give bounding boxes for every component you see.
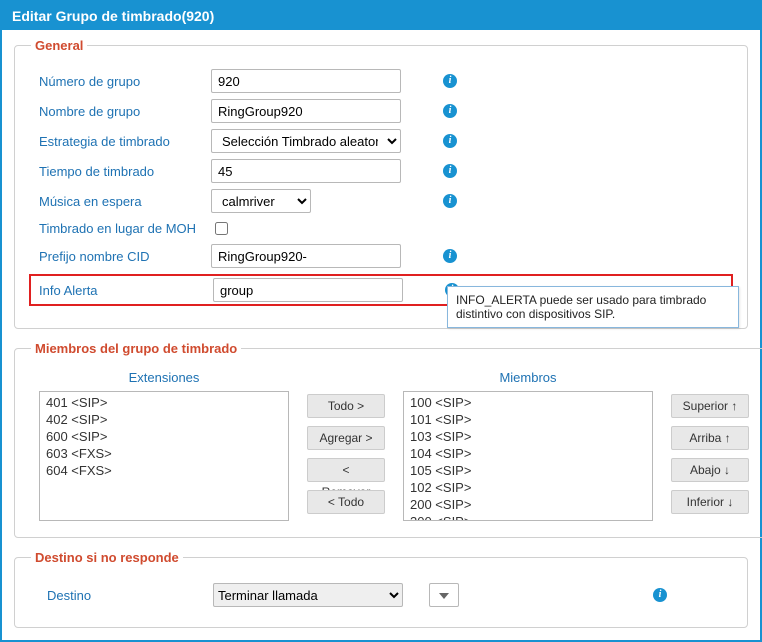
label-group-name: Nombre de grupo [31,104,211,119]
info-icon[interactable]: i [443,194,457,208]
members-header: Miembros [499,370,556,385]
top-button[interactable]: Superior ↑ [671,394,749,418]
general-legend: General [31,38,87,53]
list-item[interactable]: 300 <SIP> [408,513,648,521]
list-item[interactable]: 604 <FXS> [44,462,284,479]
input-cid-prefix[interactable] [211,244,401,268]
row-ring-instead: Timbrado en lugar de MOH [31,219,731,238]
members-layout: Extensiones 401 <SIP>402 <SIP>600 <SIP>6… [31,366,757,521]
input-ring-time[interactable] [211,159,401,183]
members-fieldset: Miembros del grupo de timbrado Extension… [14,341,762,538]
all-right-button[interactable]: Todo > [307,394,385,418]
list-item[interactable]: 600 <SIP> [44,428,284,445]
row-group-number: Número de grupo i [31,69,731,93]
label-strategy: Estrategia de timbrado [31,134,211,149]
list-item[interactable]: 603 <FXS> [44,445,284,462]
row-strategy: Estrategia de timbrado Selección Timbrad… [31,129,731,153]
down-button[interactable]: Abajo ↓ [671,458,749,482]
bottom-button[interactable]: Inferior ↓ [671,490,749,514]
dialog-window: Editar Grupo de timbrado(920) General Nú… [0,0,762,642]
label-group-number: Número de grupo [31,74,211,89]
list-item[interactable]: 200 <SIP> [408,496,648,513]
tooltip-alert-info: INFO_ALERTA puede ser usado para timbrad… [447,286,739,328]
dialog-title: Editar Grupo de timbrado(920) [2,2,760,30]
list-item[interactable]: 103 <SIP> [408,428,648,445]
label-ring-instead: Timbrado en lugar de MOH [31,221,211,236]
chevron-down-icon [439,593,449,599]
input-group-number[interactable] [211,69,401,93]
label-moh: Música en espera [31,194,211,209]
dialog-content: General Número de grupo i Nombre de grup… [2,30,760,640]
extensions-listbox[interactable]: 401 <SIP>402 <SIP>600 <SIP>603 <FXS>604 … [39,391,289,521]
input-group-name[interactable] [211,99,401,123]
info-icon[interactable]: i [443,134,457,148]
up-button[interactable]: Arriba ↑ [671,426,749,450]
select-destination-sub[interactable] [429,583,459,607]
list-item[interactable]: 102 <SIP> [408,479,648,496]
row-cid-prefix: Prefijo nombre CID i [31,244,731,268]
list-item[interactable]: 104 <SIP> [408,445,648,462]
row-ring-time: Tiempo de timbrado i [31,159,731,183]
label-alert-info: Info Alerta [33,283,213,298]
row-group-name: Nombre de grupo i [31,99,731,123]
input-alert-info[interactable] [213,278,403,302]
list-item[interactable]: 402 <SIP> [44,411,284,428]
info-icon[interactable]: i [443,104,457,118]
info-icon[interactable]: i [443,74,457,88]
order-buttons: Superior ↑ Arriba ↑ Abajo ↓ Inferior ↓ [671,370,749,514]
extensions-header: Extensiones [129,370,200,385]
members-listbox[interactable]: 100 <SIP>101 <SIP>103 <SIP>104 <SIP>105 … [403,391,653,521]
members-legend: Miembros del grupo de timbrado [31,341,241,356]
add-button[interactable]: Agregar > [307,426,385,450]
list-item[interactable]: 100 <SIP> [408,394,648,411]
transfer-buttons: Todo > Agregar > < Remover < Todo [307,370,385,514]
row-destination: Destino Terminar llamada i [31,575,731,611]
select-moh[interactable]: calmriver [211,189,311,213]
remove-button[interactable]: < Remover [307,458,385,482]
label-cid-prefix: Prefijo nombre CID [31,249,211,264]
label-destination: Destino [39,588,199,603]
destination-fieldset: Destino si no responde Destino Terminar … [14,550,748,628]
members-column: Miembros 100 <SIP>101 <SIP>103 <SIP>104 … [403,370,653,521]
list-item[interactable]: 105 <SIP> [408,462,648,479]
info-icon[interactable]: i [653,588,667,602]
row-moh: Música en espera calmriver i [31,189,731,213]
info-icon[interactable]: i [443,164,457,178]
select-destination[interactable]: Terminar llamada [213,583,403,607]
info-icon[interactable]: i [443,249,457,263]
destination-legend: Destino si no responde [31,550,183,565]
list-item[interactable]: 101 <SIP> [408,411,648,428]
checkbox-ring-instead[interactable] [215,222,228,235]
list-item[interactable]: 401 <SIP> [44,394,284,411]
extensions-column: Extensiones 401 <SIP>402 <SIP>600 <SIP>6… [39,370,289,521]
label-ring-time: Tiempo de timbrado [31,164,211,179]
select-strategy[interactable]: Selección Timbrado aleatorio [211,129,401,153]
all-left-button[interactable]: < Todo [307,490,385,514]
